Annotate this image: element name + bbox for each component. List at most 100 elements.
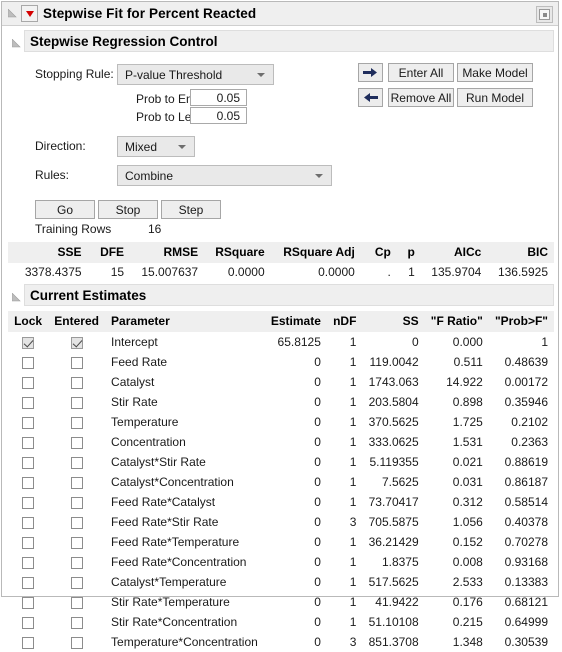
lock-checkbox[interactable] bbox=[22, 476, 35, 489]
f-ratio-cell: 0.000 bbox=[452, 335, 483, 349]
prob-to-leave-input[interactable]: 0.05 bbox=[190, 107, 247, 124]
entered-checkbox[interactable] bbox=[70, 556, 83, 569]
lock-checkbox-cell[interactable] bbox=[8, 392, 48, 412]
lock-checkbox[interactable] bbox=[22, 616, 35, 629]
entered-checkbox[interactable] bbox=[70, 536, 83, 549]
entered-checkbox[interactable] bbox=[70, 496, 83, 509]
summary-col-header: RSquare Adj bbox=[270, 242, 361, 263]
ss-cell: 705.5875 bbox=[368, 515, 419, 529]
remove-selected-button[interactable] bbox=[358, 88, 383, 107]
lock-checkbox-cell[interactable] bbox=[8, 632, 48, 652]
table-row: Feed Rate*Catalyst 0 1 73.70417 0.312 0.58514 bbox=[8, 492, 554, 512]
lock-checkbox[interactable] bbox=[22, 516, 35, 529]
lock-checkbox[interactable] bbox=[22, 556, 35, 569]
entered-checkbox-cell[interactable] bbox=[48, 472, 105, 492]
lock-checkbox[interactable] bbox=[22, 396, 35, 409]
go-button[interactable]: Go bbox=[35, 200, 95, 219]
entered-checkbox-cell[interactable] bbox=[48, 532, 105, 552]
lock-checkbox-cell[interactable] bbox=[8, 352, 48, 372]
lock-checkbox-cell[interactable] bbox=[8, 532, 48, 552]
lock-checkbox[interactable] bbox=[22, 416, 35, 429]
lock-checkbox-cell[interactable] bbox=[8, 432, 48, 452]
entered-checkbox-cell[interactable] bbox=[48, 412, 105, 432]
entered-checkbox-cell[interactable] bbox=[48, 432, 105, 452]
parameter-cell: Intercept bbox=[111, 335, 158, 349]
f-ratio-cell: 14.922 bbox=[446, 375, 483, 389]
lock-checkbox[interactable] bbox=[22, 376, 35, 389]
parameter-cell: Catalyst bbox=[111, 375, 155, 389]
entered-checkbox[interactable] bbox=[70, 436, 83, 449]
run-model-label: Run Model bbox=[465, 90, 525, 105]
stop-button[interactable]: Stop bbox=[98, 200, 158, 219]
lock-checkbox[interactable] bbox=[22, 536, 35, 549]
entered-checkbox-cell[interactable] bbox=[48, 512, 105, 532]
direction-select[interactable]: Mixed bbox=[117, 136, 195, 157]
entered-checkbox-cell[interactable] bbox=[48, 552, 105, 572]
entered-checkbox-cell[interactable] bbox=[48, 352, 105, 372]
section-header-stepwise-regression-control[interactable]: Stepwise Regression Control bbox=[8, 30, 554, 52]
lock-checkbox-cell[interactable] bbox=[8, 612, 48, 632]
ss-cell: 41.9422 bbox=[375, 595, 419, 609]
lock-checkbox-cell[interactable] bbox=[8, 572, 48, 592]
lock-checkbox[interactable] bbox=[22, 636, 35, 649]
lock-checkbox[interactable] bbox=[22, 576, 35, 589]
enter-selected-button[interactable] bbox=[358, 63, 383, 82]
lock-checkbox-cell[interactable] bbox=[8, 552, 48, 572]
remove-all-button[interactable]: Remove All bbox=[388, 88, 454, 107]
lock-checkbox-cell[interactable] bbox=[8, 372, 48, 392]
entered-checkbox-cell[interactable] bbox=[48, 612, 105, 632]
entered-checkbox[interactable] bbox=[70, 376, 83, 389]
lock-checkbox-cell[interactable] bbox=[8, 452, 48, 472]
entered-checkbox[interactable] bbox=[70, 616, 83, 629]
entered-checkbox-cell[interactable] bbox=[48, 592, 105, 612]
rules-select[interactable]: Combine bbox=[117, 165, 332, 186]
lock-checkbox-cell[interactable] bbox=[8, 592, 48, 612]
window-disclosure-triangle-icon[interactable] bbox=[8, 9, 17, 18]
lock-checkbox-cell[interactable] bbox=[8, 412, 48, 432]
entered-checkbox[interactable] bbox=[70, 516, 83, 529]
section-disclosure-triangle-icon[interactable] bbox=[11, 291, 21, 305]
make-model-button[interactable]: Make Model bbox=[457, 63, 533, 82]
entered-checkbox[interactable] bbox=[70, 636, 83, 649]
stopping-rule-select[interactable]: P-value Threshold bbox=[117, 64, 274, 85]
lock-checkbox-cell[interactable] bbox=[8, 332, 48, 352]
ss-cell: 851.3708 bbox=[368, 635, 419, 649]
entered-checkbox[interactable] bbox=[70, 576, 83, 589]
lock-checkbox-cell[interactable] bbox=[8, 512, 48, 532]
lock-checkbox-cell[interactable] bbox=[8, 492, 48, 512]
lock-checkbox[interactable] bbox=[22, 356, 35, 369]
lock-checkbox[interactable] bbox=[22, 436, 35, 449]
lock-checkbox[interactable] bbox=[22, 336, 35, 349]
entered-checkbox[interactable] bbox=[70, 396, 83, 409]
prob-to-enter-input[interactable]: 0.05 bbox=[190, 89, 247, 106]
entered-checkbox-cell[interactable] bbox=[48, 332, 105, 352]
entered-checkbox[interactable] bbox=[70, 476, 83, 489]
lock-checkbox[interactable] bbox=[22, 456, 35, 469]
section-header-current-estimates[interactable]: Current Estimates bbox=[8, 284, 554, 306]
entered-checkbox-cell[interactable] bbox=[48, 392, 105, 412]
enter-all-button[interactable]: Enter All bbox=[388, 63, 454, 82]
f-ratio-cell: 0.312 bbox=[452, 495, 483, 509]
run-model-button[interactable]: Run Model bbox=[457, 88, 533, 107]
lock-checkbox-cell[interactable] bbox=[8, 472, 48, 492]
entered-checkbox[interactable] bbox=[70, 596, 83, 609]
rules-value: Combine bbox=[125, 168, 174, 183]
lock-checkbox[interactable] bbox=[22, 496, 35, 509]
step-button[interactable]: Step bbox=[161, 200, 221, 219]
entered-checkbox[interactable] bbox=[70, 456, 83, 469]
lock-checkbox[interactable] bbox=[22, 596, 35, 609]
entered-checkbox[interactable] bbox=[70, 336, 83, 349]
stopping-rule-label: Stopping Rule: bbox=[35, 67, 114, 81]
entered-checkbox[interactable] bbox=[70, 356, 83, 369]
entered-checkbox[interactable] bbox=[70, 416, 83, 429]
entered-checkbox-cell[interactable] bbox=[48, 452, 105, 472]
restore-window-icon[interactable] bbox=[536, 6, 553, 23]
parameter-cell: Catalyst*Concentration bbox=[111, 475, 234, 489]
entered-checkbox-cell[interactable] bbox=[48, 572, 105, 592]
estimates-col-header: Estimate bbox=[264, 311, 327, 332]
entered-checkbox-cell[interactable] bbox=[48, 632, 105, 652]
entered-checkbox-cell[interactable] bbox=[48, 372, 105, 392]
section-disclosure-triangle-icon[interactable] bbox=[11, 37, 21, 51]
entered-checkbox-cell[interactable] bbox=[48, 492, 105, 512]
red-triangle-menu-icon[interactable] bbox=[21, 5, 38, 22]
